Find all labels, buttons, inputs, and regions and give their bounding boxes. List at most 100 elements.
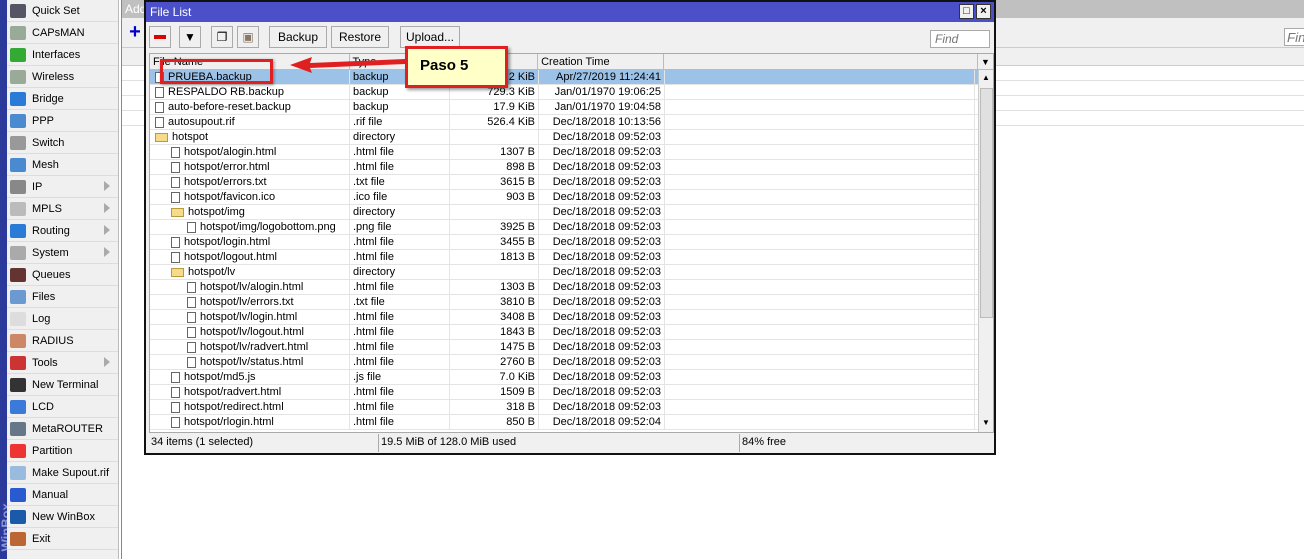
table-row[interactable]: hotspot/error.html .html file 898 B Dec/… [150,160,993,175]
cell-blank [665,370,975,384]
sidebar-item-new-winbox[interactable]: New WinBox [7,506,118,528]
table-row[interactable]: hotspot/lv/status.html .html file 2760 B… [150,355,993,370]
sidebar-item-exit[interactable]: Exit [7,528,118,550]
table-row[interactable]: hotspot/img/logobottom.png .png file 392… [150,220,993,235]
sidebar-item-label: MetaROUTER [32,422,103,435]
sidebar-item-switch[interactable]: Switch [7,132,118,154]
maximize-icon[interactable]: □ [959,4,974,19]
sidebar-item-metarouter[interactable]: MetaROUTER [7,418,118,440]
sidebar-item-bridge[interactable]: Bridge [7,88,118,110]
cell-blank [665,340,975,354]
column-header-time[interactable]: Creation Time [538,54,664,69]
sidebar-item-routing[interactable]: Routing [7,220,118,242]
backup-button[interactable]: Backup [269,26,327,48]
close-icon[interactable]: × [976,4,991,19]
cell-time: Dec/18/2018 09:52:03 [539,385,665,399]
cell-name: hotspot/lv/logout.html [150,325,350,339]
table-row[interactable]: PRUEBA.backup backup 93.2 KiB Apr/27/201… [150,70,993,85]
cell-time: Dec/18/2018 09:52:04 [539,415,665,429]
remove-button[interactable] [149,26,171,48]
sidebar-item-lcd[interactable]: LCD [7,396,118,418]
scroll-down-icon[interactable]: ▼ [979,418,993,432]
cell-blank [665,205,975,219]
sidebar-item-tools[interactable]: Tools [7,352,118,374]
routing-icon [10,223,26,238]
cell-blank [665,85,975,99]
table-row[interactable]: hotspot/favicon.ico .ico file 903 B Dec/… [150,190,993,205]
plus-icon[interactable]: + [125,22,145,43]
sidebar-item-label: Manual [32,488,69,501]
table-row[interactable]: RESPALDO RB.backup backup 729.3 KiB Jan/… [150,85,993,100]
table-row[interactable]: hotspot/rlogin.html .html file 850 B Dec… [150,415,993,430]
annotation-callout: Paso 5 [405,46,508,88]
sidebar-item-mesh[interactable]: Mesh [7,154,118,176]
file-name: hotspot/img [188,206,245,218]
table-row[interactable]: hotspot/lv directory Dec/18/2018 09:52:0… [150,265,993,280]
table-row[interactable]: hotspot/lv/radvert.html .html file 1475 … [150,340,993,355]
sidebar-item-wireless[interactable]: Wireless [7,66,118,88]
columns-menu-icon[interactable]: ▼ [978,54,993,69]
cell-time: Dec/18/2018 09:52:03 [539,220,665,234]
table-row[interactable]: hotspot/logout.html .html file 1813 B De… [150,250,993,265]
cell-name: hotspot/lv/radvert.html [150,340,350,354]
table-row[interactable]: hotspot/errors.txt .txt file 3615 B Dec/… [150,175,993,190]
filter-button[interactable]: ▼ [179,26,201,48]
sidebar-item-system[interactable]: System [7,242,118,264]
sidebar-item-partition[interactable]: Partition [7,440,118,462]
window-titlebar[interactable]: File List □ × [146,2,994,22]
sidebar-item-radius[interactable]: RADIUS [7,330,118,352]
cell-type: .html file [350,415,450,429]
table-row[interactable]: hotspot/alogin.html .html file 1307 B De… [150,145,993,160]
cell-name: hotspot/rlogin.html [150,415,350,429]
table-row[interactable]: hotspot/redirect.html .html file 318 B D… [150,400,993,415]
sidebar-item-make-supout-rif[interactable]: Make Supout.rif [7,462,118,484]
sidebar-item-interfaces[interactable]: Interfaces [7,44,118,66]
upload-button[interactable]: Upload... [400,26,460,48]
sidebar-item-ip[interactable]: IP [7,176,118,198]
sidebar-item-new-terminal[interactable]: New Terminal [7,374,118,396]
cell-blank [665,355,975,369]
table-row[interactable]: hotspot directory Dec/18/2018 09:52:03 [150,130,993,145]
cell-size: 3408 B [450,310,539,324]
scroll-thumb[interactable] [980,88,993,318]
table-row[interactable]: hotspot/lv/login.html .html file 3408 B … [150,310,993,325]
table-row[interactable]: hotspot/lv/alogin.html .html file 1303 B… [150,280,993,295]
cell-blank [665,250,975,264]
cell-time: Dec/18/2018 09:52:03 [539,370,665,384]
scroll-up-icon[interactable]: ▲ [979,70,993,86]
table-row[interactable]: autosupout.rif .rif file 526.4 KiB Dec/1… [150,115,993,130]
table-row[interactable]: hotspot/radvert.html .html file 1509 B D… [150,385,993,400]
restore-button[interactable]: Restore [331,26,389,48]
file-name: hotspot/lv/errors.txt [200,296,294,308]
sidebar-item-manual[interactable]: Manual [7,484,118,506]
copy-button[interactable]: ❐ [211,26,233,48]
paste-button[interactable]: ▣ [237,26,259,48]
file-icon [187,326,196,338]
table-row[interactable]: hotspot/lv/errors.txt .txt file 3810 B D… [150,295,993,310]
sidebar-item-capsman[interactable]: CAPsMAN [7,22,118,44]
cell-name: RESPALDO RB.backup [150,85,350,99]
table-row[interactable]: hotspot/img directory Dec/18/2018 09:52:… [150,205,993,220]
table-row[interactable]: hotspot/md5.js .js file 7.0 KiB Dec/18/2… [150,370,993,385]
table-row[interactable]: auto-before-reset.backup backup 17.9 KiB… [150,100,993,115]
vertical-scrollbar[interactable]: ▲ ▼ [978,70,993,432]
sidebar-item-files[interactable]: Files [7,286,118,308]
background-find-input[interactable] [1284,28,1304,46]
table-row[interactable]: hotspot/lv/logout.html .html file 1843 B… [150,325,993,340]
sidebar-item-quick-set[interactable]: Quick Set [7,0,118,22]
interfaces-icon [10,47,26,62]
table-row[interactable]: hotspot/login.html .html file 3455 B Dec… [150,235,993,250]
cell-blank [665,325,975,339]
cell-size: 1303 B [450,280,539,294]
sidebar-item-mpls[interactable]: MPLS [7,198,118,220]
file-name: hotspot/favicon.ico [184,191,276,203]
cell-blank [665,70,975,84]
sidebar-item-queues[interactable]: Queues [7,264,118,286]
cell-type: .txt file [350,175,450,189]
find-input[interactable] [930,30,990,48]
sidebar-item-ppp[interactable]: PPP [7,110,118,132]
file-name: hotspot/logout.html [184,251,277,263]
sidebar-item-log[interactable]: Log [7,308,118,330]
cell-type: .html file [350,280,450,294]
switch-icon [10,135,26,150]
